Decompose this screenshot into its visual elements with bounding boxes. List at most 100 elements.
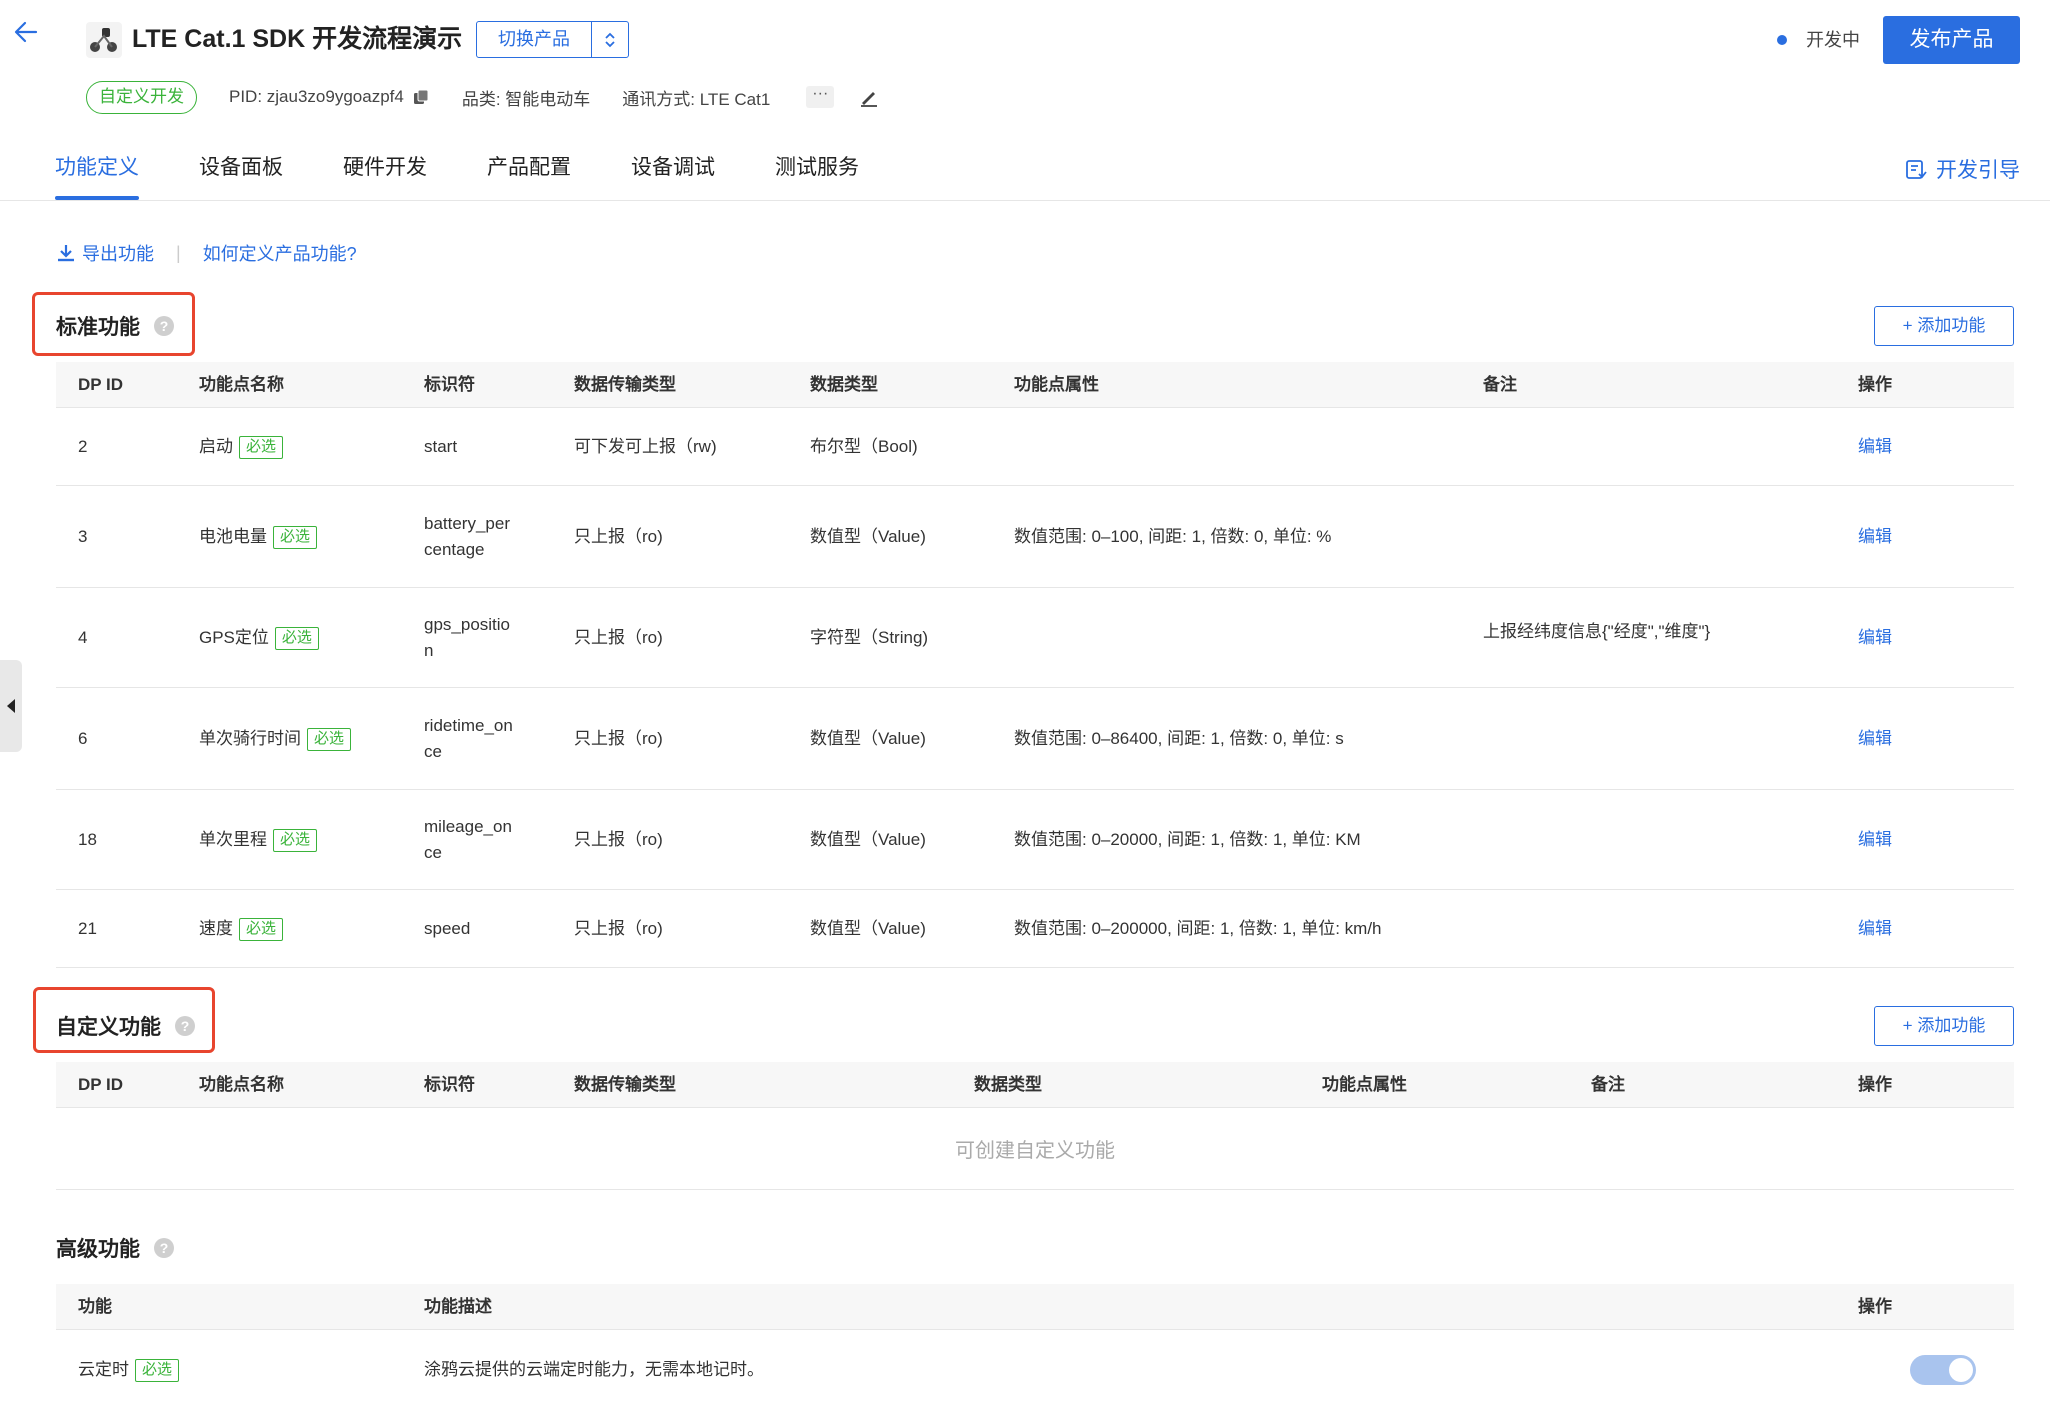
dev-guide-link[interactable]: 开发引导 [1904,154,2020,184]
advanced-title-text: 高级功能 [56,1238,140,1261]
how-to-define-link[interactable]: 如何定义产品功能? [203,240,357,266]
edit-link[interactable]: 编辑 [1858,827,1892,853]
function-name-text: 单次里程 [199,830,267,849]
col-header: 操作 [1858,375,1892,394]
required-badge: 必选 [307,728,352,752]
table-row: 2 启动 必选 start 可下发可上报（rw) 布尔型（Bool) 编辑 [56,408,2014,486]
edit-link[interactable]: 编辑 [1858,625,1892,651]
identifier-line: n [424,641,434,660]
identifier-line: centage [424,540,485,559]
function-attr: 数值范围: 0–100, 间距: 1, 倍数: 0, 单位: % [1014,527,1332,546]
dp-id: 2 [78,437,88,456]
category-text: 品类: 智能电动车 [461,89,591,109]
product-meta: 自定义开发 PID: zjau3zo9ygoazpf4 品类: 智能电动车 通讯… [86,80,880,114]
required-badge: 必选 [273,829,318,853]
dp-id: 6 [78,729,88,748]
export-label: 导出功能 [82,244,154,264]
edit-link[interactable]: 编辑 [1858,726,1892,752]
function-name: 单次骑行时间 必选 [199,726,352,752]
required-badge: 必选 [135,1359,180,1383]
back-arrow-icon[interactable] [12,18,40,46]
required-badge: 必选 [273,526,318,550]
help-icon[interactable]: ? [154,1238,174,1258]
tab-device-debug[interactable]: 设备调试 [631,152,715,200]
tab-function-def[interactable]: 功能定义 [55,152,139,200]
function-attr: 数值范围: 0–20000, 间距: 1, 倍数: 1, 单位: KM [1014,830,1361,849]
transfer-type: 只上报（ro) [574,628,663,647]
col-header: 标识符 [424,1075,475,1094]
switch-product-button[interactable]: 切换产品 [476,21,629,58]
tab-divider [0,200,2050,201]
more-button[interactable]: ··· [806,86,835,108]
status-text: 开发中 [1806,30,1860,50]
edit-link[interactable]: 编辑 [1858,916,1892,942]
identifier-line: gps_positio [424,615,511,634]
table-row: 18 单次里程 必选 mileage_on ce 只上报（ro) 数值型（Value… [56,790,2014,890]
edit-link[interactable]: 编辑 [1858,524,1892,550]
data-type: 数值型（Value) [810,919,926,938]
table-header: DP ID 功能点名称 标识符 数据传输类型 数据类型 功能点属性 备注 操作 [56,362,2014,408]
dp-id: 18 [78,830,97,849]
col-header: 备注 [1591,1075,1625,1094]
col-header: 操作 [1858,1297,1892,1316]
col-header: 数据传输类型 [574,1075,676,1094]
chevron-up-down-icon [592,22,628,57]
status-dot [1777,35,1787,45]
table-row: 3 电池电量 必选 battery_per centage 只上报（ro) 数值型（… [56,486,2014,588]
function-name: 速度 必选 [199,916,284,942]
col-header: 数据传输类型 [574,375,676,394]
col-header: 数据类型 [974,1075,1042,1094]
copy-icon[interactable] [412,88,430,106]
data-type: 布尔型（Bool) [810,437,918,456]
col-header: 操作 [1858,1075,1892,1094]
help-icon[interactable]: ? [154,316,174,336]
function-name-text: 启动 [199,437,233,456]
identifier-line: ce [424,843,442,862]
function-name-text: 速度 [199,919,233,938]
help-icon[interactable]: ? [175,1016,195,1036]
tab-hardware-dev[interactable]: 硬件开发 [343,152,427,200]
guide-icon [1906,160,1927,179]
identifier-line: battery_per [424,514,510,533]
col-header: DP ID [78,375,124,394]
pid-item: PID: zjau3zo9ygoazpf4 [229,87,430,107]
custom-functions-table: DP ID 功能点名称 标识符 数据传输类型 数据类型 功能点属性 备注 操作 … [56,1062,2014,1190]
caret-left-icon [7,699,15,713]
download-icon [58,245,74,262]
function-desc: 涂鸦云提供的云端定时能力，无需本地记时。 [424,1360,764,1379]
identifier-line: ce [424,742,442,761]
add-standard-function-button[interactable]: + 添加功能 [1874,306,2014,346]
tab-test-service[interactable]: 测试服务 [775,152,859,200]
identifier: mileage_on ce [424,814,512,866]
note-text: 上报经纬度信息{"经度","维度"} [1483,622,1711,641]
required-badge: 必选 [274,627,319,651]
cloud-timer-toggle[interactable] [1910,1355,1976,1385]
col-header: 数据类型 [810,375,878,394]
table-header: DP ID 功能点名称 标识符 数据传输类型 数据类型 功能点属性 备注 操作 [56,1062,2014,1108]
data-type: 数值型（Value) [810,729,926,748]
edit-link[interactable]: 编辑 [1858,434,1892,460]
col-header: 功能点名称 [199,375,284,394]
identifier: speed [424,916,470,942]
identifier: ridetime_on ce [424,713,513,765]
identifier: battery_percentage [424,511,510,563]
pencil-icon[interactable] [858,86,880,108]
function-name: 单次里程 必选 [199,827,318,853]
function-name: 云定时 必选 [78,1357,180,1383]
empty-row: 可创建自定义功能 [56,1108,2014,1190]
tab-product-config[interactable]: 产品配置 [487,152,571,200]
add-custom-function-button[interactable]: + 添加功能 [1874,1006,2014,1046]
custom-section-title: 自定义功能 ? [56,1011,195,1041]
sidebar-toggle[interactable] [0,660,22,752]
publish-product-button[interactable]: 发布产品 [1883,16,2020,64]
comm-text: 通讯方式: LTE Cat1 [622,89,771,109]
transfer-type: 只上报（ro) [574,729,663,748]
col-header: 备注 [1483,375,1517,394]
tab-device-panel[interactable]: 设备面板 [199,152,283,200]
table-row: 云定时 必选 涂鸦云提供的云端定时能力，无需本地记时。 [56,1330,2014,1410]
standard-title-text: 标准功能 [56,316,140,339]
function-name-text: 电池电量 [199,527,267,546]
export-functions-link[interactable]: 导出功能 [56,240,154,266]
pid-text: PID: zjau3zo9ygoazpf4 [229,87,404,106]
custom-title-text: 自定义功能 [56,1016,161,1039]
